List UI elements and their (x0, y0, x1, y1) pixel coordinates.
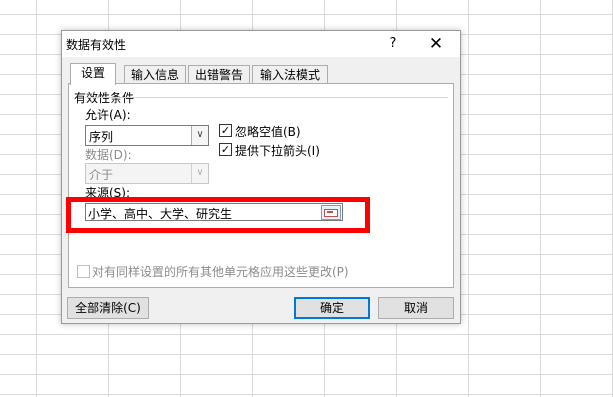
ignore-blank-checkbox[interactable]: ✓ (219, 124, 232, 137)
title-bar: 数据有效性 ? ✕ (62, 31, 460, 57)
source-label: 来源(S): (85, 186, 131, 200)
chevron-down-icon[interactable]: ∨ (191, 126, 208, 145)
apply-all-checkbox[interactable] (77, 265, 90, 278)
data-label: 数据(D): (85, 148, 132, 162)
source-input-value: 小学、高中、大学、研究生 (88, 207, 233, 221)
dialog-title: 数据有效性 (66, 38, 127, 52)
close-button[interactable]: ✕ (424, 33, 448, 55)
tab-error-alert[interactable]: 出错警告 (188, 65, 250, 85)
tab-ime-mode[interactable]: 输入法模式 (252, 65, 328, 85)
group-separator (85, 97, 448, 98)
ignore-blank-label: 忽略空值(B) (235, 125, 301, 139)
ok-button[interactable]: 确定 (294, 297, 370, 319)
clear-all-button[interactable]: 全部清除(C) (67, 297, 149, 319)
data-select-value: 介于 (89, 168, 114, 182)
allow-select[interactable]: 序列 ∨ (85, 125, 209, 146)
cancel-button[interactable]: 取消 (378, 297, 454, 319)
in-cell-dropdown-checkbox[interactable]: ✓ (219, 143, 232, 156)
tab-input-message[interactable]: 输入信息 (124, 65, 186, 85)
apply-all-label: 对有同样设置的所有其他单元格应用这些更改(P) (92, 265, 349, 279)
allow-label: 允许(A): (85, 108, 131, 122)
data-select[interactable]: 介于 ∨ (85, 163, 209, 184)
allow-select-value: 序列 (89, 130, 114, 144)
source-input[interactable]: 小学、高中、大学、研究生 (85, 203, 343, 221)
in-cell-dropdown-label: 提供下拉箭头(I) (235, 144, 320, 158)
help-button[interactable]: ? (382, 33, 404, 55)
chevron-down-icon[interactable]: ∨ (191, 164, 208, 183)
tab-settings[interactable]: 设置 (70, 63, 116, 85)
range-select-icon[interactable] (321, 205, 341, 220)
